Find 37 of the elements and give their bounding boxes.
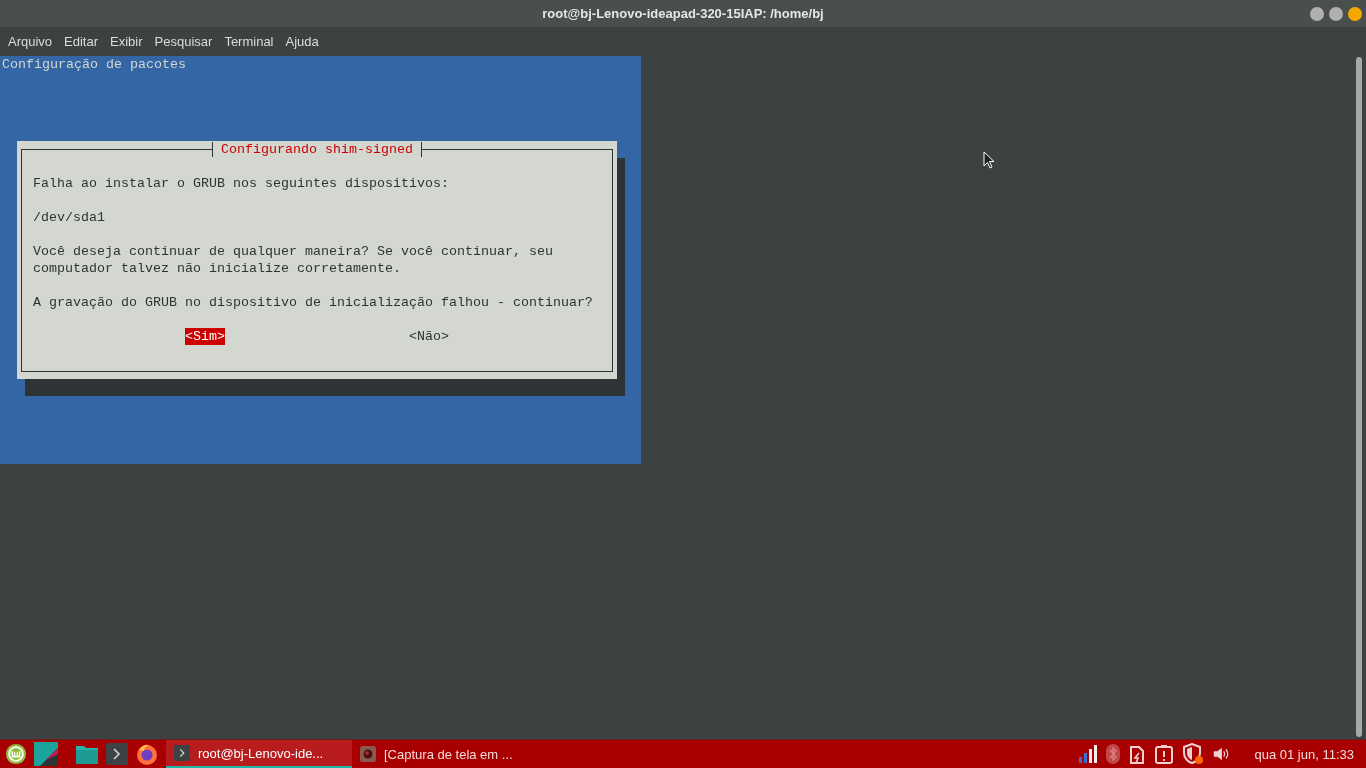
- volume-icon[interactable]: [1212, 745, 1231, 763]
- desktop-icon[interactable]: [34, 742, 58, 766]
- no-button[interactable]: <Não>: [409, 328, 449, 345]
- menu-logo-icon[interactable]: [5, 743, 27, 765]
- dialog-title: Configurando shim-signed: [212, 142, 422, 157]
- mouse-pointer-icon: [983, 151, 995, 169]
- clock[interactable]: qua 01 jun, 11:33: [1254, 746, 1354, 762]
- maximize-button[interactable]: [1329, 7, 1343, 21]
- backtitle: Configuração de pacotes: [1, 56, 187, 73]
- dialog-text: A gravação do GRUB no dispositivo de inicialização falhou - continuar?: [33, 294, 594, 311]
- taskbar-task[interactable]: root@bj-Lenovo-ide...: [166, 740, 352, 768]
- dialog-text: /dev/sda1: [33, 209, 106, 226]
- shield-icon[interactable]: [1182, 743, 1205, 765]
- bluetooth-icon[interactable]: [1106, 744, 1121, 764]
- terminal-icon: [174, 745, 190, 761]
- window-title: root@bj-Lenovo-ideapad-320-15IAP: /home/bj: [542, 6, 824, 21]
- close-button[interactable]: [1348, 7, 1362, 21]
- menu-item[interactable]: Ajuda: [279, 33, 325, 49]
- camera-icon: [360, 746, 376, 762]
- dialog-text: Falha ao instalar o GRUB nos seguintes dispositivos:: [33, 175, 450, 192]
- taskbar-task[interactable]: [Captura de tela em ...: [352, 740, 538, 768]
- menu-item[interactable]: Terminal: [218, 33, 280, 49]
- clipboard-alert-icon[interactable]: [1154, 744, 1175, 764]
- signal-icon[interactable]: [1078, 745, 1099, 763]
- menu-item[interactable]: Exibir: [104, 33, 149, 49]
- menu-item[interactable]: Pesquisar: [148, 33, 219, 49]
- scrollbar[interactable]: [1356, 57, 1362, 737]
- terminal-icon[interactable]: [106, 743, 128, 765]
- yes-button[interactable]: <Sim>: [185, 328, 225, 345]
- task-label: root@bj-Lenovo-ide...: [198, 745, 324, 761]
- menu-item[interactable]: Editar: [58, 33, 105, 49]
- battery-charging-icon[interactable]: [1128, 744, 1147, 764]
- menu-item[interactable]: Arquivo: [2, 33, 59, 49]
- folder-icon[interactable]: [75, 743, 99, 765]
- minimize-button[interactable]: [1310, 7, 1324, 21]
- dialog-text: Você deseja continuar de qualquer maneira? Se você continuar, seu computador talvez não inicialize corretamente.: [33, 243, 554, 277]
- task-label: [Captura de tela em ...: [384, 746, 513, 762]
